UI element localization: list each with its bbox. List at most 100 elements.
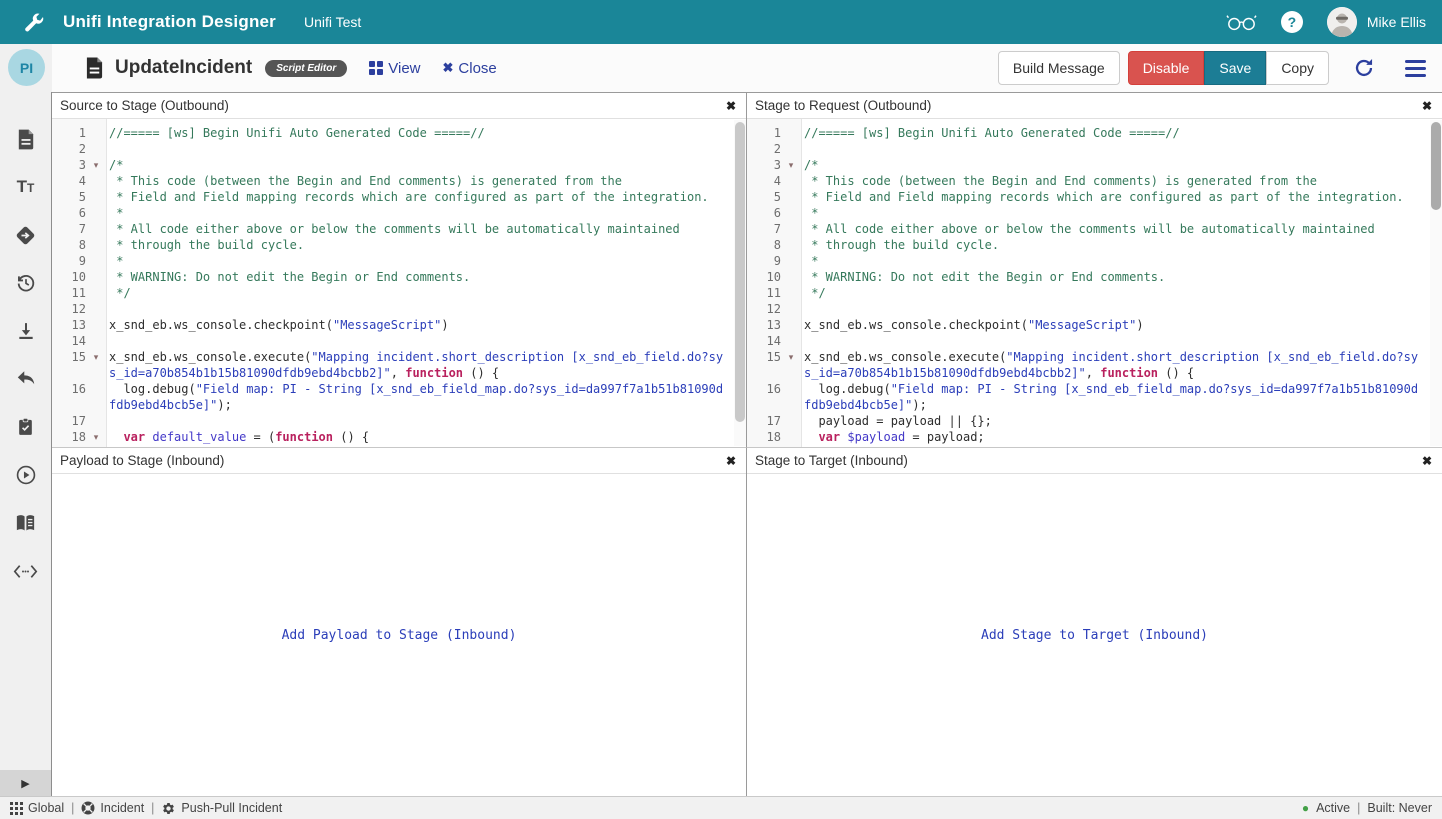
code-line[interactable]: 17 payload = payload || {}; bbox=[747, 413, 1442, 429]
sidebar-code-icon[interactable] bbox=[13, 560, 39, 582]
wrench-icon[interactable] bbox=[22, 11, 45, 34]
code-text[interactable]: * All code either above or below the com… bbox=[801, 221, 1442, 237]
sidebar-tasks-icon[interactable] bbox=[13, 416, 39, 438]
code-text[interactable] bbox=[106, 301, 746, 317]
code-text[interactable]: * Field and Field mapping records which … bbox=[801, 189, 1442, 205]
code-text[interactable]: * bbox=[106, 205, 746, 221]
code-text[interactable]: */ bbox=[106, 285, 746, 301]
panel-close-icon[interactable]: ✖ bbox=[726, 99, 736, 113]
code-line[interactable]: 14 bbox=[52, 333, 746, 349]
code-text[interactable]: * WARNING: Do not edit the Begin or End … bbox=[801, 269, 1442, 285]
code-line[interactable]: 4 * This code (between the Begin and End… bbox=[52, 173, 746, 189]
sidebar-documentation-icon[interactable] bbox=[13, 512, 39, 534]
menu-icon[interactable] bbox=[1405, 60, 1426, 77]
code-line[interactable]: 7 * All code either above or below the c… bbox=[747, 221, 1442, 237]
code-line[interactable]: 7 * All code either above or below the c… bbox=[52, 221, 746, 237]
integration-item[interactable]: Incident bbox=[81, 801, 144, 815]
fold-arrow-icon[interactable]: ▾ bbox=[86, 429, 106, 445]
code-text[interactable]: /* bbox=[801, 157, 1442, 173]
code-line[interactable]: 13x_snd_eb.ws_console.checkpoint("Messag… bbox=[52, 317, 746, 333]
code-line[interactable]: 10 * WARNING: Do not edit the Begin or E… bbox=[747, 269, 1442, 285]
help-icon[interactable]: ? bbox=[1281, 11, 1303, 33]
code-text[interactable]: x_snd_eb.ws_console.checkpoint("MessageS… bbox=[801, 317, 1442, 333]
scrollbar-thumb[interactable] bbox=[1431, 122, 1441, 210]
fold-arrow-icon[interactable]: ▾ bbox=[781, 157, 801, 173]
code-line[interactable]: 5 * Field and Field mapping records whic… bbox=[52, 189, 746, 205]
code-line[interactable]: 5 * Field and Field mapping records whic… bbox=[747, 189, 1442, 205]
code-text[interactable]: * WARNING: Do not edit the Begin or End … bbox=[106, 269, 746, 285]
code-text[interactable]: /* bbox=[106, 157, 746, 173]
code-line[interactable]: 15▾x_snd_eb.ws_console.execute("Mapping … bbox=[747, 349, 1442, 381]
code-text[interactable]: //===== [ws] Begin Unifi Auto Generated … bbox=[106, 125, 746, 141]
code-line[interactable]: 12 bbox=[747, 301, 1442, 317]
code-line[interactable]: 2 bbox=[747, 141, 1442, 157]
code-text[interactable]: * All code either above or below the com… bbox=[106, 221, 746, 237]
code-text[interactable]: payload = payload || {}; bbox=[801, 413, 1442, 429]
code-line[interactable]: 13x_snd_eb.ws_console.checkpoint("Messag… bbox=[747, 317, 1442, 333]
message-item[interactable]: Push-Pull Incident bbox=[161, 801, 282, 816]
app-title[interactable]: Unifi Integration Designer bbox=[63, 12, 276, 32]
code-text[interactable]: x_snd_eb.ws_console.checkpoint("MessageS… bbox=[106, 317, 746, 333]
sidebar-text-format-icon[interactable]: Tt bbox=[13, 176, 39, 198]
refresh-icon[interactable] bbox=[1353, 57, 1375, 79]
code-line[interactable]: 16 log.debug("Field map: PI - String [x_… bbox=[52, 381, 746, 413]
code-text[interactable]: //===== [ws] Begin Unifi Auto Generated … bbox=[801, 125, 1442, 141]
code-line[interactable]: 6 * bbox=[747, 205, 1442, 221]
code-text[interactable]: * through the build cycle. bbox=[801, 237, 1442, 253]
fold-arrow-icon[interactable]: ▾ bbox=[86, 349, 106, 381]
add-payload-to-stage-link[interactable]: Add Payload to Stage (Inbound) bbox=[282, 628, 517, 643]
code-text[interactable] bbox=[106, 333, 746, 349]
sidebar-field-map-icon[interactable] bbox=[13, 224, 39, 246]
close-link[interactable]: ✖ Close bbox=[443, 60, 497, 77]
code-text[interactable]: var default_value = (function () { bbox=[106, 429, 746, 445]
code-line[interactable]: 1//===== [ws] Begin Unifi Auto Generated… bbox=[52, 125, 746, 141]
panel-close-icon[interactable]: ✖ bbox=[1422, 454, 1432, 468]
code-line[interactable]: 3▾/* bbox=[52, 157, 746, 173]
code-text[interactable]: x_snd_eb.ws_console.execute("Mapping inc… bbox=[106, 349, 746, 381]
copy-button[interactable]: Copy bbox=[1266, 51, 1329, 85]
scope-item[interactable]: Global bbox=[10, 801, 64, 815]
code-editor-stage-to-request[interactable]: 1//===== [ws] Begin Unifi Auto Generated… bbox=[747, 119, 1442, 447]
code-line[interactable]: 8 * through the build cycle. bbox=[52, 237, 746, 253]
code-text[interactable]: * Field and Field mapping records which … bbox=[106, 189, 746, 205]
code-line[interactable]: 18 var $payload = payload; bbox=[747, 429, 1442, 445]
build-message-button[interactable]: Build Message bbox=[998, 51, 1120, 85]
code-text[interactable]: * This code (between the Begin and End c… bbox=[801, 173, 1442, 189]
code-line[interactable]: 4 * This code (between the Begin and End… bbox=[747, 173, 1442, 189]
code-text[interactable]: * This code (between the Begin and End c… bbox=[106, 173, 746, 189]
code-text[interactable] bbox=[106, 141, 746, 157]
code-text[interactable]: * through the build cycle. bbox=[106, 237, 746, 253]
integration-avatar[interactable]: PI bbox=[8, 49, 45, 86]
code-line[interactable]: 10 * WARNING: Do not edit the Begin or E… bbox=[52, 269, 746, 285]
code-line[interactable]: 9 * bbox=[52, 253, 746, 269]
code-text[interactable] bbox=[801, 301, 1442, 317]
code-line[interactable]: 12 bbox=[52, 301, 746, 317]
panel-close-icon[interactable]: ✖ bbox=[1422, 99, 1432, 113]
code-line[interactable]: 9 * bbox=[747, 253, 1442, 269]
code-text[interactable]: x_snd_eb.ws_console.execute("Mapping inc… bbox=[801, 349, 1442, 381]
code-line[interactable]: 8 * through the build cycle. bbox=[747, 237, 1442, 253]
sidebar-document-icon[interactable] bbox=[13, 128, 39, 150]
code-line[interactable]: 16 log.debug("Field map: PI - String [x_… bbox=[747, 381, 1442, 413]
code-line[interactable]: 17 bbox=[52, 413, 746, 429]
editor-scrollbar[interactable] bbox=[734, 120, 746, 446]
disable-button[interactable]: Disable bbox=[1128, 51, 1205, 85]
environment-label[interactable]: Unifi Test bbox=[304, 14, 361, 30]
code-text[interactable]: * bbox=[801, 205, 1442, 221]
panel-close-icon[interactable]: ✖ bbox=[726, 454, 736, 468]
code-text[interactable]: * bbox=[106, 253, 746, 269]
add-stage-to-target-link[interactable]: Add Stage to Target (Inbound) bbox=[981, 628, 1208, 643]
glasses-icon[interactable] bbox=[1226, 14, 1257, 31]
code-text[interactable] bbox=[106, 413, 746, 429]
code-editor-source-to-stage[interactable]: 1//===== [ws] Begin Unifi Auto Generated… bbox=[52, 119, 746, 447]
sidebar-run-icon[interactable] bbox=[13, 464, 39, 486]
code-text[interactable] bbox=[801, 141, 1442, 157]
code-line[interactable]: 1//===== [ws] Begin Unifi Auto Generated… bbox=[747, 125, 1442, 141]
expand-sidebar-button[interactable]: ▶ bbox=[0, 770, 51, 796]
scrollbar-thumb[interactable] bbox=[735, 122, 745, 422]
fold-arrow-icon[interactable]: ▾ bbox=[781, 349, 801, 381]
user-menu[interactable]: Mike Ellis bbox=[1327, 7, 1426, 37]
code-text[interactable]: var $payload = payload; bbox=[801, 429, 1442, 445]
code-line[interactable]: 11 */ bbox=[52, 285, 746, 301]
code-line[interactable]: 2 bbox=[52, 141, 746, 157]
